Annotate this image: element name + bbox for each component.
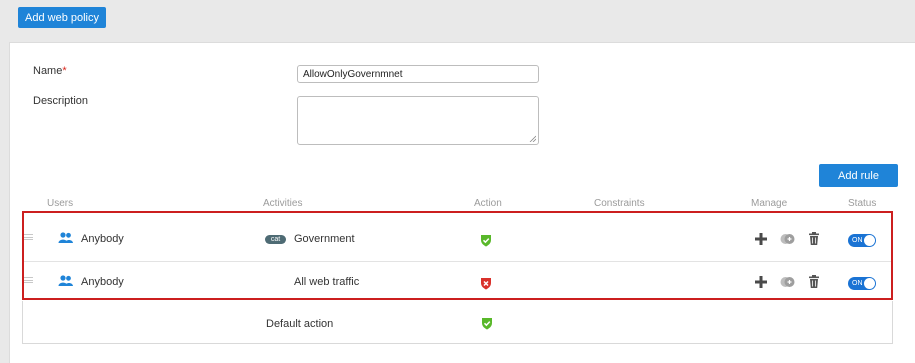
- status-toggle[interactable]: ON: [848, 277, 876, 290]
- shield-x-icon: [481, 278, 491, 290]
- rule-1-user: Anybody: [81, 233, 124, 245]
- name-label: Name*: [33, 65, 67, 77]
- rules-list-highlighted: Anybody cat Government ON Anybody All we…: [22, 211, 893, 300]
- description-label: Description: [33, 95, 89, 107]
- shield-check-icon: [481, 235, 491, 247]
- column-header-constraints: Constraints: [594, 198, 645, 209]
- column-header-action: Action: [474, 198, 502, 209]
- clone-icon[interactable]: [780, 233, 795, 245]
- add-web-policy-button[interactable]: Add web policy: [18, 7, 106, 28]
- drag-handle-icon[interactable]: [24, 234, 33, 240]
- required-mark: *: [62, 65, 67, 77]
- column-header-activities: Activities: [263, 198, 303, 209]
- users-icon: [58, 232, 73, 243]
- rule-1-activity: Government: [294, 233, 355, 245]
- policy-panel: Name* AllowOnlyGovernmnet Description Ad…: [9, 42, 915, 363]
- category-badge: cat: [265, 235, 286, 244]
- plus-icon[interactable]: [755, 276, 767, 288]
- resize-grip-icon[interactable]: [529, 135, 536, 142]
- default-action-row: Default action: [22, 301, 893, 344]
- trash-icon[interactable]: [809, 275, 819, 288]
- shield-check-icon: [482, 318, 492, 330]
- column-header-manage: Manage: [751, 198, 788, 209]
- rule-2-activity: All web traffic: [294, 276, 360, 288]
- add-rule-button[interactable]: Add rule: [819, 164, 898, 187]
- rule-2-user: Anybody: [81, 276, 124, 288]
- column-header-status: Status: [848, 198, 877, 209]
- drag-handle-icon[interactable]: [24, 277, 33, 283]
- users-icon: [58, 275, 73, 286]
- name-input[interactable]: AllowOnlyGovernmnet: [297, 65, 539, 83]
- trash-icon[interactable]: [809, 232, 819, 245]
- description-textarea[interactable]: [297, 96, 539, 145]
- clone-icon[interactable]: [780, 276, 795, 288]
- plus-icon[interactable]: [755, 233, 767, 245]
- column-header-users: Users: [47, 198, 74, 209]
- status-toggle[interactable]: ON: [848, 234, 876, 247]
- row-divider: [24, 261, 891, 262]
- default-action-label: Default action: [266, 318, 334, 330]
